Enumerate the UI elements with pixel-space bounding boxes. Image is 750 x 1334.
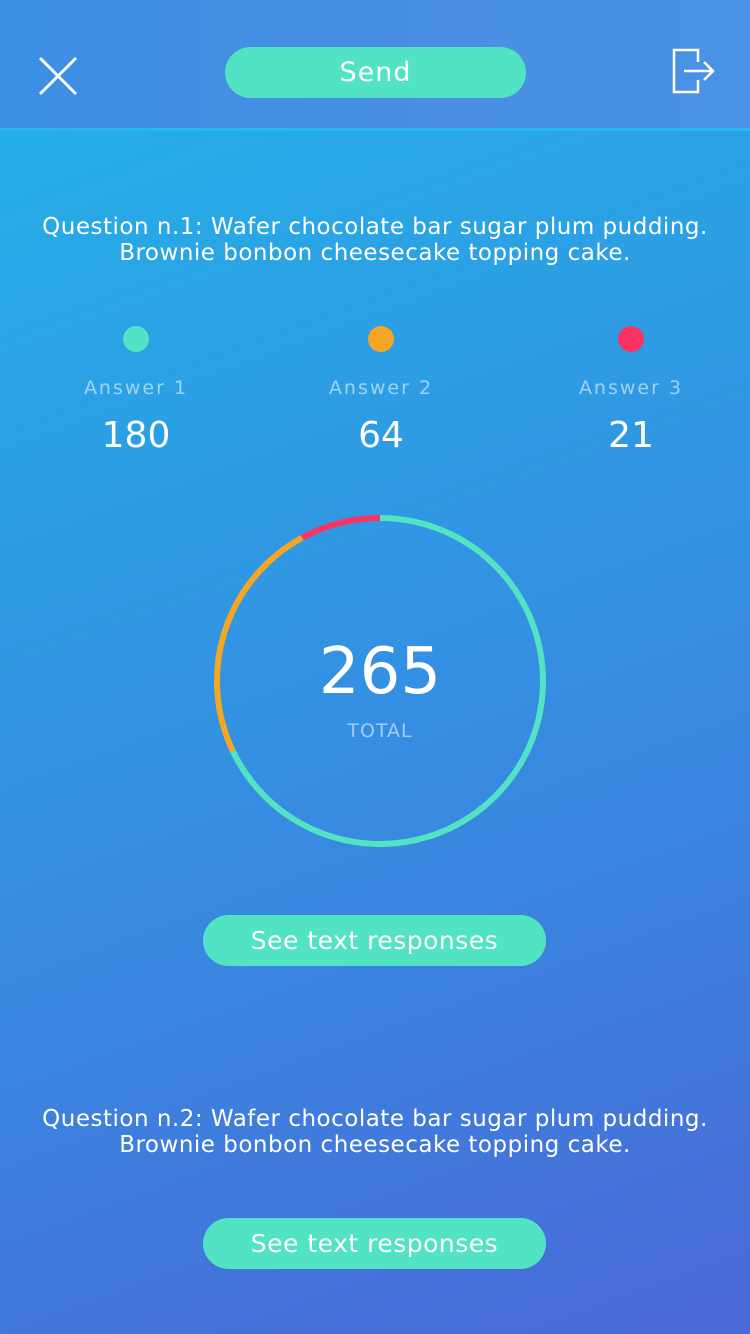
close-button[interactable] xyxy=(38,56,78,96)
answer-2-label: Answer 2 xyxy=(328,377,434,399)
send-button[interactable]: Send xyxy=(225,47,526,98)
total-label: TOTAL xyxy=(347,720,413,742)
see-text-responses-button-2[interactable]: See text responses xyxy=(203,1218,546,1269)
answer-2-dot-icon xyxy=(368,326,394,352)
answer-3-label: Answer 3 xyxy=(578,377,684,399)
question-1-line-1: Question n.1: Wafer chocolate bar sugar … xyxy=(42,214,708,240)
question-2-text: Question n.2: Wafer chocolate bar sugar … xyxy=(20,1106,730,1158)
question-1-line-2: Brownie bonbon cheesecake topping cake. xyxy=(119,240,631,266)
answer-2-summary: Answer 2 64 xyxy=(281,326,481,458)
answer-3-count: 21 xyxy=(608,415,654,456)
see-text-responses-button-1[interactable]: See text responses xyxy=(203,915,546,966)
answer-1-label: Answer 1 xyxy=(83,377,189,399)
answer-1-summary: Answer 1 180 xyxy=(36,326,236,458)
question-1-text: Question n.1: Wafer chocolate bar sugar … xyxy=(20,214,730,266)
close-icon xyxy=(38,56,78,96)
answer-1-dot-icon xyxy=(123,326,149,352)
answer-2-count: 64 xyxy=(358,415,404,456)
donut-segment-answer-3 xyxy=(300,515,381,541)
logout-button[interactable] xyxy=(672,48,716,94)
answer-3-dot-icon xyxy=(618,326,644,352)
question-2-line-2: Brownie bonbon cheesecake topping cake. xyxy=(119,1132,631,1158)
answer-1-count: 180 xyxy=(101,415,171,456)
logout-icon xyxy=(672,48,715,94)
answer-3-summary: Answer 3 21 xyxy=(531,326,731,458)
question-2-line-1: Question n.2: Wafer chocolate bar sugar … xyxy=(42,1106,708,1132)
total-count: 265 xyxy=(318,635,442,709)
top-bar-divider xyxy=(0,128,750,131)
